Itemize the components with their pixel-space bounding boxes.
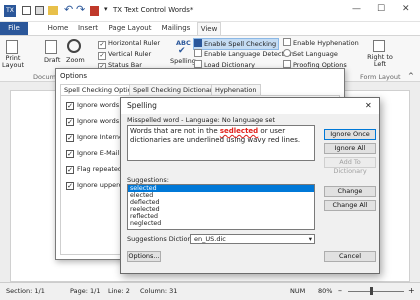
spelling-button[interactable]: Spelling — [170, 56, 196, 66]
zoom-slider-thumb[interactable] — [370, 287, 373, 295]
app-icon: TX — [4, 5, 16, 17]
set-language-button[interactable]: Set Language — [283, 49, 338, 59]
print-layout-button[interactable]: Print Layout — [2, 55, 24, 69]
vertical-ruler-label: Vertical Ruler — [108, 50, 152, 58]
status-page: Page: 1/1 — [70, 287, 101, 295]
status-column: Column: 31 — [140, 287, 178, 295]
zoom-slider[interactable] — [348, 291, 404, 292]
folder-icon[interactable] — [48, 6, 58, 15]
change-all-button[interactable]: Change All — [324, 200, 376, 211]
save-icon[interactable] — [22, 6, 31, 15]
tab-file[interactable]: File — [0, 22, 28, 35]
enable-spell-checking-label: Enable Spell Checking — [204, 40, 277, 48]
horizontal-ruler-label: Horizontal Ruler — [108, 39, 161, 47]
redo-icon[interactable]: ↷ — [76, 3, 85, 16]
dictionary-value: en_US.dic — [194, 235, 226, 243]
status-line: Line: 2 — [108, 287, 130, 295]
horizontal-ruler-checkbox[interactable]: ✓ Horizontal Ruler — [98, 38, 160, 49]
options-dialog-title: Options — [56, 69, 344, 83]
qat-dropdown-icon[interactable]: ▾ — [104, 5, 108, 13]
enable-hyphenation-label: Enable Hyphenation — [293, 39, 359, 47]
add-to-dictionary-button[interactable]: Add To Dictionary — [324, 157, 376, 175]
misspelled-context-text[interactable]: Words that are not in the sedlected or u… — [127, 125, 315, 161]
tab-home[interactable]: Home — [44, 22, 72, 35]
spelling-dialog-title: Spelling — [121, 98, 379, 114]
right-to-left-button[interactable]: Right to Left — [366, 54, 394, 68]
tab-insert[interactable]: Insert — [74, 22, 102, 35]
tab-hyphenation[interactable]: Hyphenation — [211, 84, 261, 95]
suggestion-item[interactable]: reelected — [128, 206, 314, 213]
ignore-once-button[interactable]: Ignore Once — [324, 129, 376, 140]
tab-mailings[interactable]: Mailings — [158, 22, 194, 35]
zoom-icon — [67, 39, 81, 53]
vertical-ruler-checkbox[interactable]: ✓ Vertical Ruler — [98, 49, 151, 60]
suggestion-item[interactable]: reflected — [128, 213, 314, 220]
misspelled-word: sedlected — [219, 127, 259, 135]
suggestions-list[interactable]: selected elected deflected reelected ref… — [127, 184, 315, 230]
minimize-button[interactable]: — — [352, 4, 361, 14]
options-button[interactable]: Options... — [127, 251, 161, 262]
checkbox-checked-icon: ✓ — [66, 182, 74, 190]
draft-icon — [45, 40, 57, 54]
proofing-options-icon — [283, 60, 291, 68]
dictionary-icon — [194, 60, 202, 68]
suggestion-item[interactable]: neglected — [128, 220, 314, 227]
status-zoom: 80% — [318, 287, 333, 295]
form-layout-group-label: Form Layout — [360, 73, 401, 81]
undo-icon[interactable]: ↶ — [64, 3, 73, 16]
suggestions-label: Suggestions: — [127, 176, 169, 184]
chevron-down-icon: ▾ — [308, 235, 312, 243]
spell-check-icon — [194, 39, 202, 47]
tab-view[interactable]: View — [197, 22, 221, 35]
status-num: NUM — [290, 287, 306, 295]
spelling-dialog: Spelling ✕ Misspelled word - Language: N… — [120, 97, 380, 274]
title-bar: TX ↶ ↷ ▾ TX Text Control Words* — ☐ ✕ — [0, 0, 420, 22]
checkmark-icon: ✔ — [178, 46, 186, 56]
enable-language-detection-button[interactable]: Enable Language Detection — [194, 49, 294, 59]
right-to-left-icon — [373, 40, 385, 52]
suggestion-item[interactable]: deflected — [128, 199, 314, 206]
cancel-button[interactable]: Cancel — [324, 251, 376, 262]
change-button[interactable]: Change — [324, 186, 376, 197]
spelling-close-button[interactable]: ✕ — [365, 101, 372, 110]
hyphenation-icon — [283, 38, 291, 46]
status-section: Section: 1/1 — [6, 287, 45, 295]
context-text-before: Words that are not in the — [130, 127, 220, 135]
set-language-label: Set Language — [293, 50, 338, 58]
pdf-icon[interactable] — [90, 6, 99, 16]
save-all-icon[interactable] — [35, 6, 44, 15]
suggestion-item[interactable]: elected — [128, 192, 314, 199]
checkbox-checked-icon: ✓ — [66, 102, 74, 110]
draft-button[interactable]: Draft — [44, 55, 60, 65]
globe-icon — [283, 49, 291, 57]
suggestion-item[interactable]: selected — [128, 185, 314, 192]
ignore-all-button[interactable]: Ignore All — [324, 143, 376, 154]
print-layout-icon — [6, 40, 18, 54]
language-detection-icon — [194, 49, 202, 57]
enable-hyphenation-button[interactable]: Enable Hyphenation — [283, 38, 359, 48]
zoom-in-icon[interactable]: + — [408, 286, 415, 295]
suggestions-dictionary-select[interactable]: en_US.dic ▾ — [190, 234, 315, 244]
checkbox-checked-icon: ✓ — [66, 134, 74, 142]
checkbox-checked-icon: ✓ — [98, 52, 106, 60]
checkbox-checked-icon: ✓ — [66, 118, 74, 126]
zoom-out-icon[interactable]: – — [338, 286, 342, 295]
checkbox-checked-icon: ✓ — [98, 41, 106, 49]
maximize-button[interactable]: ☐ — [377, 4, 385, 14]
enable-language-detection-label: Enable Language Detection — [204, 50, 294, 58]
zoom-button[interactable]: Zoom — [66, 55, 85, 65]
window-title: TX Text Control Words* — [113, 6, 194, 14]
status-bar: Section: 1/1 Page: 1/1 Line: 2 Column: 3… — [0, 282, 420, 300]
collapse-ribbon-icon[interactable]: ^ — [408, 72, 414, 80]
checkbox-checked-icon: ✓ — [66, 150, 74, 158]
ribbon-tabs: File Home Insert Page Layout Mailings Vi… — [0, 22, 420, 35]
misspelled-word-label: Misspelled word - Language: No language … — [127, 116, 276, 124]
tab-page-layout[interactable]: Page Layout — [106, 22, 154, 35]
checkbox-checked-icon: ✓ — [66, 166, 74, 174]
close-button[interactable]: ✕ — [402, 4, 410, 14]
